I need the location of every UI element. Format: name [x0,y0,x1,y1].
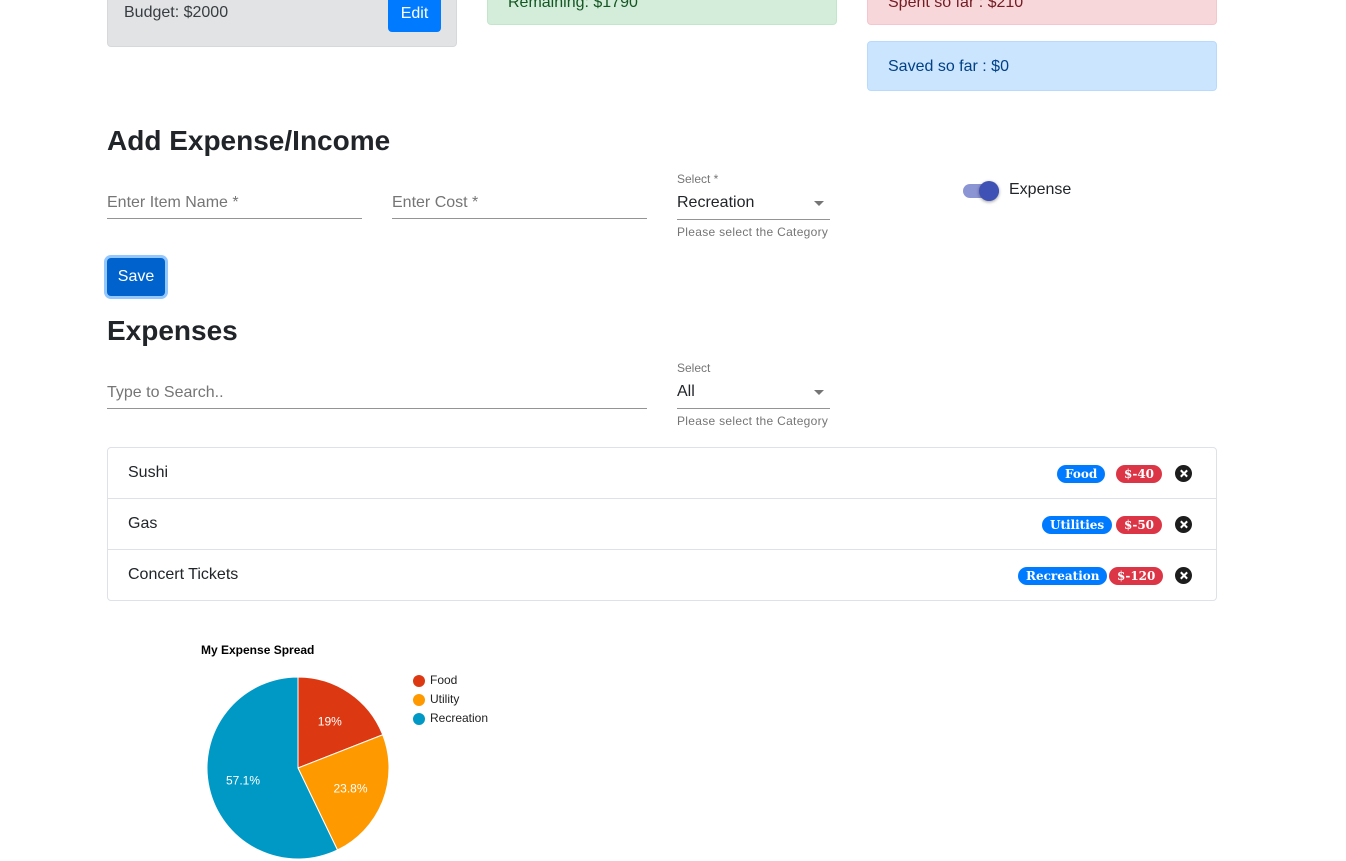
legend-dot-recreation [413,713,425,725]
legend-dot-food [413,675,425,687]
legend-label-utility: Utility [430,692,460,706]
expense-pie-chart: 19% 23.8% 57.1% [206,676,390,860]
pie-label-food: 19% [318,714,342,728]
legend-dot-utility [413,694,425,706]
pie-label-utility: 23.8% [334,782,368,796]
pie-label-recreation: 57.1% [226,774,260,788]
legend-label-recreation: Recreation [430,711,489,725]
legend-label-food: Food [430,673,458,687]
